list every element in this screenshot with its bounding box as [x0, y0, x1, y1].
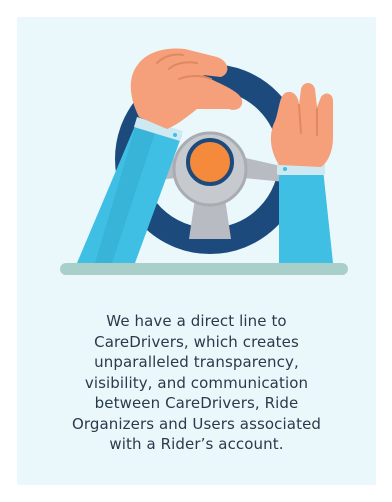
- description-line: We have a direct line to: [106, 312, 287, 330]
- description-line: CareDrivers, which creates: [94, 332, 299, 351]
- description-line: Organizers and Users associated: [71, 414, 322, 433]
- steering-wheel-illustration: [60, 48, 348, 275]
- center-button: [186, 138, 234, 186]
- feature-card: We have a direct line to CareDrivers, wh…: [17, 17, 376, 485]
- description-line: between CareDrivers, Ride: [94, 394, 299, 412]
- feature-description: We have a direct line to CareDrivers, wh…: [39, 311, 354, 455]
- description-line: with a Rider’s account.: [109, 435, 284, 453]
- shadow-base: [60, 263, 348, 275]
- description-line: visibility, and communication: [84, 373, 309, 392]
- right-arm: [270, 83, 333, 263]
- description-line: unparalleled transparency,: [94, 353, 299, 371]
